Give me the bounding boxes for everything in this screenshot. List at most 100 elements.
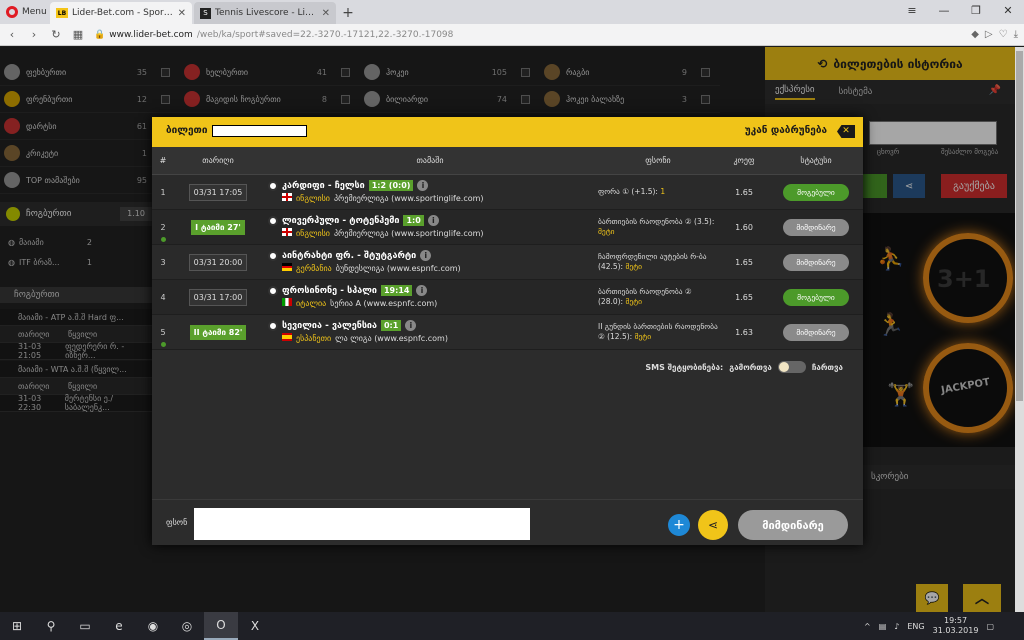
lock-icon: 🔒: [94, 29, 106, 40]
download-icon[interactable]: ⤓: [1014, 29, 1018, 40]
add-button[interactable]: +: [668, 514, 690, 536]
start-icon[interactable]: ⊞: [0, 612, 34, 640]
restore-icon[interactable]: ❐: [960, 0, 992, 24]
browser-tab-liderbet[interactable]: LB Lider-Bet.com - Sports and... ✕: [50, 2, 192, 24]
search-icon[interactable]: ⚲: [34, 612, 68, 640]
country-flag-icon: [282, 193, 292, 204]
country-flag-icon: [282, 333, 292, 344]
close-tab-icon[interactable]: ✕: [178, 8, 186, 19]
info-icon[interactable]: i: [416, 285, 428, 296]
match-name: სევილია - ვალენსია: [282, 320, 377, 331]
info-icon[interactable]: i: [427, 215, 439, 226]
bet-selection: მეტი: [598, 227, 615, 236]
bet-market: II გუნდის ბართიების რაოდენობა ② (12.5):: [598, 322, 718, 341]
bet-selection: მეტი: [625, 262, 642, 271]
firefox-icon[interactable]: ◉: [136, 612, 170, 640]
match-name: ლივერპული - ტოტენჰემი: [282, 215, 400, 226]
window-controls: ≡ — ❐ ✕: [896, 0, 1024, 24]
scrollbar-thumb[interactable]: [1016, 51, 1023, 401]
share-icon: ⋖: [707, 518, 719, 532]
heart-icon[interactable]: ♡: [999, 29, 1008, 40]
football-icon: [268, 320, 278, 331]
live-indicator-icon: [161, 237, 166, 242]
live-indicator-icon: [161, 342, 166, 347]
bet-market: ბართიების რაოდენობა ② (3.5):: [598, 217, 715, 226]
excel-icon[interactable]: X: [238, 612, 272, 640]
ticket-row[interactable]: 1 03/31 17:05 კარდიფი - ჩელსი 1:2 (0:0) i ინგ…: [152, 175, 863, 210]
match-name: კარდიფი - ჩელსი: [282, 180, 365, 191]
send-icon[interactable]: ▷: [985, 29, 993, 40]
status-badge[interactable]: მოგებული: [783, 288, 849, 306]
status-badge[interactable]: მოგებული: [783, 183, 849, 201]
modal-footer: ფსონ + ⋖ მიმდინარე: [152, 499, 863, 545]
football-icon: [268, 250, 278, 261]
running-status-button[interactable]: მიმდინარე: [738, 510, 848, 540]
football-icon: [268, 180, 278, 191]
browser-tab-tennis[interactable]: S Tennis Livescore - Live Sco... ✕: [194, 2, 336, 24]
match-date: I ტაიმი 27': [191, 219, 245, 235]
edge-icon[interactable]: e: [102, 612, 136, 640]
bet-odd: 1.63: [735, 327, 753, 337]
bet-odd: 1.65: [735, 187, 753, 197]
info-icon[interactable]: i: [420, 250, 432, 261]
status-badge[interactable]: მიმდინარე: [783, 323, 849, 341]
ticket-row[interactable]: 5 II ტაიმი 82' სევილია - ვალენსია 0:1 i ესპან…: [152, 315, 863, 350]
modal-header: ბილეთი უკან დაბრუნება ✕: [152, 117, 863, 147]
share-ticket-button[interactable]: ⋖: [698, 510, 728, 540]
ticket-row[interactable]: 3 03/31 20:00 აინტრახტი ფრ. - შტუტგარტი i გე…: [152, 245, 863, 280]
info-icon[interactable]: i: [417, 180, 429, 191]
url-field[interactable]: 🔒 www.lider-bet.com/web/ka/sport#saved=2…: [94, 26, 961, 44]
notifications-icon[interactable]: ▢: [986, 622, 994, 631]
match-name: ფროსინონე - სპალი: [282, 285, 377, 296]
ticket-id-redacted: [212, 125, 307, 137]
sms-notification: SMS შეტყობინება: გამორთვა ჩართვა: [645, 361, 843, 373]
info-icon[interactable]: i: [405, 320, 417, 331]
extension-icon[interactable]: ◆: [971, 29, 979, 40]
match-date: 03/31 20:00: [188, 253, 248, 271]
volume-icon[interactable]: ♪: [894, 622, 899, 631]
close-window-icon[interactable]: ✕: [992, 0, 1024, 24]
opera-menu-button[interactable]: Menu: [0, 0, 50, 24]
bet-selection: მეტი: [625, 297, 642, 306]
opera-taskbar-icon[interactable]: O: [204, 612, 238, 640]
tab-menu-icon[interactable]: ≡: [896, 0, 928, 24]
minimize-icon[interactable]: —: [928, 0, 960, 24]
match-score: 1:0: [403, 215, 424, 226]
bet-selection: მეტი: [634, 332, 652, 341]
ticket-table-body: 1 03/31 17:05 კარდიფი - ჩელსი 1:2 (0:0) i ინგ…: [152, 175, 863, 350]
bet-market: ჩამოფრდენილი აუტების რ-ბა (42.5):: [598, 252, 707, 271]
back-link[interactable]: უკან დაბრუნება: [745, 125, 827, 136]
bet-odd: 1.65: [735, 292, 753, 302]
bet-selection: 1: [660, 187, 666, 196]
bet-market: ბართიების რაოდენობა ② (28.0):: [598, 287, 692, 306]
back-icon[interactable]: ‹: [6, 28, 18, 41]
clock[interactable]: 19:57 31.03.2019: [933, 616, 979, 636]
ticket-row[interactable]: 2I ტაიმი 27' ლივერპული - ტოტენჰემი 1:0 i ინგ…: [152, 210, 863, 245]
file-explorer-icon[interactable]: ▭: [68, 612, 102, 640]
forward-icon[interactable]: ›: [28, 28, 40, 41]
new-tab-button[interactable]: +: [338, 2, 358, 24]
match-date: 03/31 17:00: [188, 288, 248, 306]
close-icon[interactable]: ✕: [837, 125, 855, 138]
opera-logo-icon: [6, 6, 18, 18]
tray-up-icon[interactable]: ^: [864, 622, 871, 631]
liderbet-favicon-icon: LB: [56, 8, 68, 18]
status-badge[interactable]: მიმდინარე: [783, 218, 849, 236]
sms-toggle[interactable]: [777, 361, 806, 373]
ticket-row[interactable]: 4 03/31 17:00 ფროსინონე - სპალი 19:14 i იტალი…: [152, 280, 863, 315]
bet-odd: 1.65: [735, 257, 753, 267]
reload-icon[interactable]: ↻: [50, 28, 62, 41]
speed-dial-icon[interactable]: ▦: [72, 28, 84, 41]
match-score: 1:2 (0:0): [368, 180, 414, 191]
chrome-icon[interactable]: ◎: [170, 612, 204, 640]
match-name: აინტრახტი ფრ. - შტუტგარტი: [282, 250, 417, 261]
page-scrollbar[interactable]: [1015, 47, 1024, 612]
system-tray: ^ ▤ ♪ ENG 19:57 31.03.2019 ▢: [864, 616, 994, 636]
status-badge[interactable]: მიმდინარე: [783, 253, 849, 271]
country-flag-icon: [282, 263, 292, 274]
footer-input-redacted[interactable]: [194, 508, 530, 540]
network-icon[interactable]: ▤: [879, 622, 887, 631]
football-icon: [268, 215, 278, 226]
close-tab-icon[interactable]: ✕: [322, 8, 330, 19]
ticket-modal: ბილეთი უკან დაბრუნება ✕ # თარიღი თამაში …: [152, 117, 863, 545]
